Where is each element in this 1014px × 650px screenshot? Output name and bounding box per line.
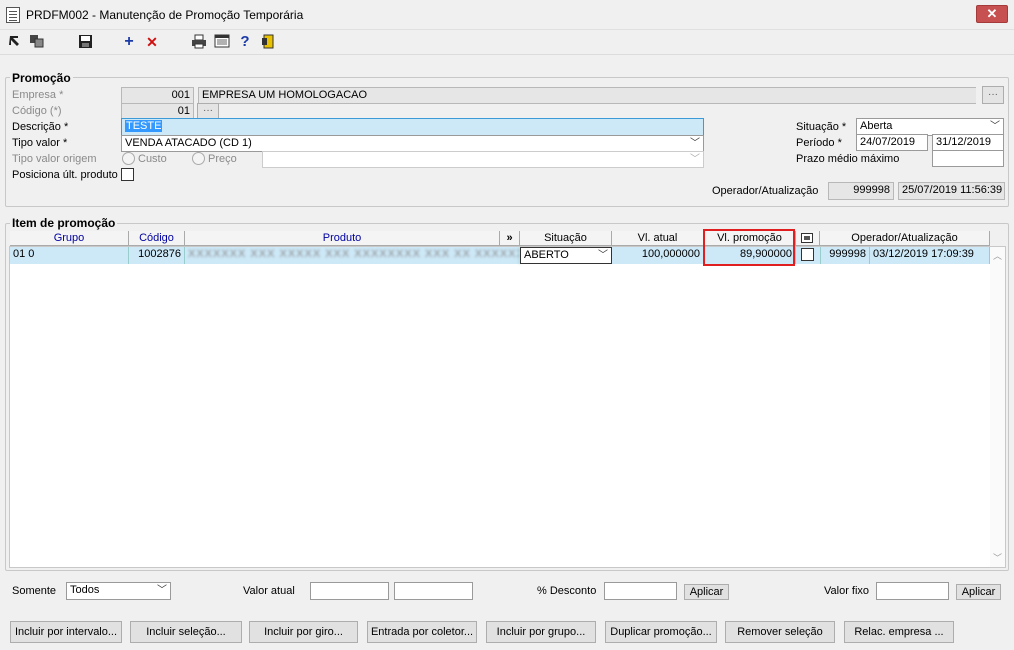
col-grupo[interactable]: Grupo <box>10 231 129 246</box>
cell-produto: XXXXXXX XXX XXXXX XXX XXXXXXXX XXX XX XX… <box>185 247 520 264</box>
aplicar-desconto-button[interactable]: Aplicar <box>684 584 729 600</box>
valor-atual-label: Valor atual <box>243 585 295 597</box>
incluir-grupo-button[interactable]: Incluir por grupo... <box>486 621 596 643</box>
operador-field: 999998 <box>828 182 894 200</box>
col-vl-atual[interactable]: Vl. atual <box>612 231 704 246</box>
incluir-giro-button[interactable]: Incluir por giro... <box>249 621 358 643</box>
duplicar-promocao-button[interactable]: Duplicar promoção... <box>605 621 717 643</box>
empresa-name-field: EMPRESA UM HOMOLOGACAO <box>198 87 976 104</box>
cell-vl-atual: 100,000000 <box>612 247 704 264</box>
vl-promocao-highlight <box>703 229 795 266</box>
promocao-title: Promoção <box>10 71 73 85</box>
col-operador[interactable]: Operador/Atualização <box>820 231 990 246</box>
cell-atualizacao: 03/12/2019 17:09:39 <box>870 247 990 264</box>
posiciona-checkbox[interactable] <box>121 168 134 181</box>
periodo-inicio-field[interactable]: 24/07/2019 <box>856 134 928 151</box>
col-produto[interactable]: Produto <box>185 231 500 246</box>
empresa-code-field: 001 <box>121 87 194 104</box>
operador-label: Operador/Atualização <box>712 185 819 197</box>
somente-select[interactable]: Todos ﹀ <box>66 582 171 600</box>
row-checkbox[interactable] <box>801 248 814 261</box>
codigo-label: Código (*) <box>12 105 62 117</box>
save-icon[interactable] <box>76 34 94 50</box>
incluir-intervalo-button[interactable]: Incluir por intervalo... <box>10 621 122 643</box>
cell-situacao-select[interactable]: ABERTO ﹀ <box>520 247 612 264</box>
prazo-label: Prazo médio máximo <box>796 153 900 165</box>
select-all-mark <box>804 236 810 240</box>
aplicar-valor-fixo-button[interactable]: Aplicar <box>956 584 1001 600</box>
grid-scrollbar[interactable]: ︿ ﹀ <box>990 247 1005 567</box>
empresa-label: Empresa * <box>12 89 64 101</box>
col-select-all[interactable] <box>796 231 820 246</box>
entrada-coletor-button[interactable]: Entrada por coletor... <box>367 621 477 643</box>
codigo-lookup-button[interactable]: ··· <box>197 103 219 119</box>
periodo-fim-field[interactable]: 31/12/2019 <box>932 134 1004 151</box>
chevron-down-icon: ﹀ <box>598 250 608 261</box>
valor-atual-field-2[interactable] <box>394 582 473 600</box>
cell-codigo: 1002876 <box>129 247 185 264</box>
chevron-down-icon: ﹀ <box>990 121 1000 132</box>
col-expand[interactable]: » <box>500 231 520 246</box>
valor-fixo-field[interactable] <box>876 582 949 600</box>
situacao-value: Aberta <box>860 120 893 132</box>
chevron-down-icon: ﹀ <box>157 585 167 596</box>
posiciona-label: Posiciona últ. produto <box>12 169 118 181</box>
col-situacao[interactable]: Situação <box>520 231 612 246</box>
tipo-valor-origem-select[interactable]: ﹀ <box>262 151 704 168</box>
periodo-label: Período * <box>796 137 842 149</box>
desconto-label: % Desconto <box>537 585 597 597</box>
help-icon[interactable]: ? <box>236 34 254 50</box>
scroll-up-icon[interactable]: ︿ <box>993 249 1002 262</box>
cell-situacao-value: ABERTO <box>524 249 569 261</box>
add-icon[interactable]: + <box>120 34 138 50</box>
tipo-valor-label: Tipo valor * <box>12 137 68 149</box>
copy-icon[interactable] <box>28 34 46 50</box>
somente-label: Somente <box>12 585 57 597</box>
calculator-icon[interactable] <box>213 34 231 50</box>
situacao-label: Situação * <box>796 121 847 133</box>
descricao-label: Descrição * <box>12 121 69 133</box>
first-record-icon[interactable] <box>6 34 24 50</box>
valor-fixo-label: Valor fixo <box>824 585 870 597</box>
somente-value: Todos <box>70 584 100 596</box>
title-bar: PRDFM002 - Manutenção de Promoção Tempor… <box>0 0 1014 30</box>
prazo-field[interactable] <box>932 150 1004 167</box>
descricao-field[interactable]: TESTE <box>121 118 704 136</box>
scroll-down-icon[interactable]: ﹀ <box>993 551 1002 564</box>
desconto-field[interactable] <box>604 582 677 600</box>
delete-icon[interactable]: ✕ <box>143 34 161 50</box>
col-codigo[interactable]: Código <box>129 231 185 246</box>
select-all-checkbox[interactable] <box>801 233 813 243</box>
radio-custo-label: Custo <box>138 153 167 165</box>
print-icon[interactable] <box>190 34 208 50</box>
descricao-value: TESTE <box>125 120 163 132</box>
close-button[interactable]: ✕ <box>976 5 1008 23</box>
radio-preco-label: Preço <box>208 153 237 165</box>
relac-empresa-button[interactable]: Relac. empresa ... <box>844 621 954 643</box>
item-grid <box>9 246 1006 568</box>
remover-selecao-button[interactable]: Remover seleção <box>725 621 835 643</box>
tipo-valor-origem-label: Tipo valor origem <box>12 153 97 165</box>
chevron-down-icon: ﹀ <box>690 154 700 165</box>
radio-preco[interactable] <box>192 152 205 165</box>
item-title: Item de promoção <box>10 216 118 230</box>
chevron-down-icon: ﹀ <box>690 138 700 149</box>
tipo-valor-value: VENDA ATACADO (CD 1) <box>125 137 252 149</box>
incluir-selecao-button[interactable]: Incluir seleção... <box>130 621 242 643</box>
document-icon <box>6 7 20 23</box>
cell-operador: 999998 <box>820 247 870 264</box>
cell-grupo: 01 0 <box>10 247 129 264</box>
window-title: PRDFM002 - Manutenção de Promoção Tempor… <box>26 8 304 22</box>
exit-icon[interactable] <box>259 34 277 50</box>
empresa-lookup-button[interactable]: ··· <box>982 86 1004 104</box>
atualizacao-field: 25/07/2019 11:56:39 <box>898 182 1005 200</box>
toolbar: + ✕ ? <box>0 30 1014 55</box>
valor-atual-field[interactable] <box>310 582 389 600</box>
tipo-valor-select[interactable]: VENDA ATACADO (CD 1) ﹀ <box>121 135 704 152</box>
radio-custo[interactable] <box>122 152 135 165</box>
